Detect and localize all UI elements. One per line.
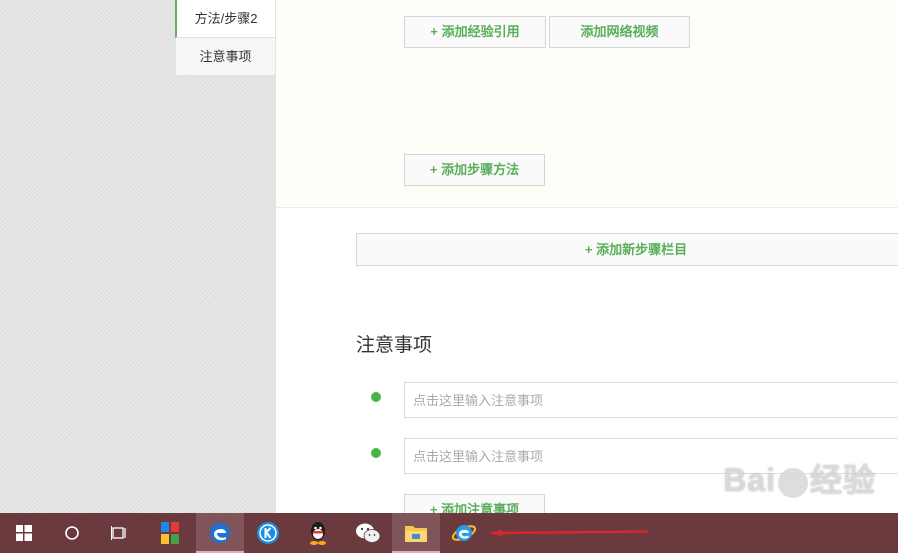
note-bullet — [371, 448, 381, 458]
qq-icon[interactable] — [294, 513, 342, 553]
windows-start-icon[interactable] — [0, 513, 48, 553]
editor-main: + 添加经验引用 添加网络视频 + 添加步骤方法 + 添加新步骤栏目 注意事项 … — [276, 0, 898, 526]
note-input-1[interactable] — [404, 382, 898, 418]
note-input-2[interactable] — [404, 438, 898, 474]
notes-title: 注意事项 — [356, 335, 433, 356]
task-view-icon[interactable] — [96, 513, 144, 553]
add-experience-reference-button[interactable]: + 添加经验引用 — [404, 16, 546, 48]
app-tiles-icon[interactable] — [146, 513, 194, 553]
add-web-video-button[interactable]: 添加网络视频 — [549, 16, 690, 48]
note-bullet — [371, 392, 381, 402]
cortana-search-icon[interactable] — [48, 513, 96, 553]
taskbar — [0, 513, 898, 553]
edge-browser-icon[interactable] — [196, 513, 244, 553]
add-step-method-button[interactable]: + 添加步骤方法 — [404, 154, 545, 186]
left-background — [0, 0, 276, 513]
outline-nav: 方法/步骤2 注意事项 — [175, 0, 275, 76]
step-editor-area: + 添加经验引用 添加网络视频 + 添加步骤方法 — [276, 0, 898, 208]
k-app-icon[interactable] — [244, 513, 292, 553]
wechat-icon[interactable] — [344, 513, 392, 553]
page: 方法/步骤2 注意事项 + 添加经验引用 添加网络视频 + 添加步骤方法 + 添… — [0, 0, 898, 553]
file-explorer-icon[interactable] — [392, 513, 440, 553]
nav-item-notes[interactable]: 注意事项 — [175, 38, 275, 76]
annotation-arrow — [488, 530, 648, 536]
internet-explorer-icon[interactable] — [440, 513, 488, 553]
nav-item-method-step-2[interactable]: 方法/步骤2 — [175, 0, 275, 38]
add-new-section-button[interactable]: + 添加新步骤栏目 — [356, 233, 898, 266]
